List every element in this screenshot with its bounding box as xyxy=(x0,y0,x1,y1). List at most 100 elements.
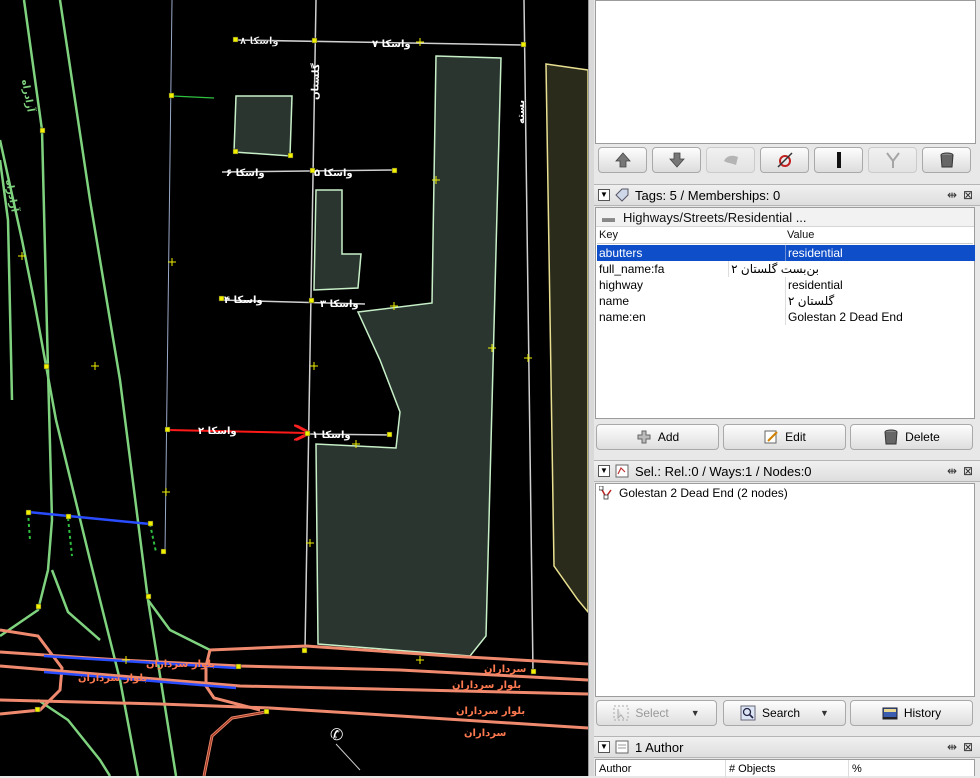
delete-member-icon xyxy=(940,152,953,168)
detach-icon[interactable]: ⇹ xyxy=(946,740,958,754)
tag-value: residential xyxy=(785,277,975,293)
close-icon[interactable]: ⊠ xyxy=(962,740,974,754)
objects-column-header[interactable]: # Objects xyxy=(725,760,775,778)
tag-value: گلستان ۲ xyxy=(785,293,975,309)
selected-way xyxy=(167,430,308,433)
detach-icon[interactable]: ⇹ xyxy=(946,464,958,478)
map-label: ۴ واسکا xyxy=(224,295,263,306)
map-label: بلوار سرداران xyxy=(146,659,215,670)
detach-icon[interactable]: ⇹ xyxy=(946,188,958,202)
select-button[interactable]: Select ▼ xyxy=(596,700,717,726)
map-view[interactable]: ✆ ۸ واسکا ۷ واسکا گلستان بسته ۵ واسکا ۶ … xyxy=(0,0,588,776)
search-label: Search xyxy=(762,706,801,720)
map-label: ۸ واسکا xyxy=(240,36,279,47)
tag-row[interactable]: abutters residential xyxy=(597,245,975,261)
history-icon xyxy=(882,707,898,720)
percent-column-header[interactable]: % xyxy=(848,760,862,778)
tag-value: Golestan 2 Dead End xyxy=(785,309,975,325)
tag-row[interactable]: name گلستان ۲ xyxy=(597,293,975,309)
selection-list[interactable]: Golestan 2 Dead End (2 nodes) xyxy=(595,483,975,697)
building-area xyxy=(313,189,362,291)
member-list[interactable] xyxy=(595,0,976,144)
history-button[interactable]: History xyxy=(850,700,973,726)
tag-key: name xyxy=(599,294,630,308)
side-panel: ▼ Tags: 5 / Memberships: 0 ⇹ ⊠ ▬ Highways… xyxy=(594,0,980,778)
key-column-header[interactable]: Key xyxy=(599,229,618,243)
download-incomplete-icon xyxy=(836,152,841,168)
search-icon xyxy=(740,705,756,721)
tag-value: residential xyxy=(785,245,975,261)
map-label: بلوار سرداران xyxy=(452,680,521,691)
search-button[interactable]: Search ▼ xyxy=(723,700,846,726)
authors-panel-header[interactable]: ▼ 1 Author ⇹ ⊠ xyxy=(594,736,980,758)
map-label: ۱ واسکا xyxy=(312,430,351,441)
add-tag-label: Add xyxy=(657,430,680,444)
select-dropdown-arrow-icon[interactable]: ▼ xyxy=(691,708,700,718)
download-incomplete-button[interactable] xyxy=(814,147,863,173)
selection-item-label: Golestan 2 Dead End (2 nodes) xyxy=(619,486,788,500)
edit-icon xyxy=(764,430,778,444)
tag-row[interactable]: highway residential xyxy=(597,277,975,293)
close-icon[interactable]: ⊠ xyxy=(962,188,974,202)
add-tag-button[interactable]: Add xyxy=(596,424,719,450)
close-icon[interactable]: ⊠ xyxy=(962,464,974,478)
move-up-button[interactable] xyxy=(598,147,647,173)
building-area xyxy=(315,55,502,657)
preset-label: Highways/Streets/Residential ... xyxy=(623,209,807,225)
map-label: سرداران xyxy=(484,664,527,675)
merge-button[interactable] xyxy=(706,147,755,173)
authors-table[interactable]: Author # Objects % xyxy=(595,759,975,778)
tags-panel-title: Tags: 5 / Memberships: 0 xyxy=(635,187,781,203)
tag-key: abutters xyxy=(599,246,643,260)
tag-key: highway xyxy=(599,278,644,292)
tags-table[interactable]: ▬ Highways/Streets/Residential ... Key V… xyxy=(595,207,975,419)
authors-panel-title: 1 Author xyxy=(635,739,684,755)
map-label: ۷ واسکا xyxy=(372,39,411,50)
zoom-to-member-button[interactable] xyxy=(760,147,809,173)
way-icon xyxy=(599,486,612,500)
move-down-icon xyxy=(668,152,685,168)
tag-row[interactable]: name:en Golestan 2 Dead End xyxy=(597,309,975,325)
move-down-button[interactable] xyxy=(652,147,701,173)
tag-key: full_name:fa xyxy=(599,262,665,276)
search-dropdown-arrow-icon[interactable]: ▼ xyxy=(820,708,829,718)
map-label: بسته xyxy=(516,100,527,124)
selection-panel-header[interactable]: ▼ Sel.: Rel.:0 / Ways:1 / Nodes:0 ⇹ ⊠ xyxy=(594,460,980,482)
delete-tag-button[interactable]: Delete xyxy=(850,424,973,450)
building-area xyxy=(545,63,588,614)
zoom-to-member-icon xyxy=(776,152,793,168)
collapse-icon[interactable]: ▼ xyxy=(598,741,610,753)
map-label: ۶ واسکا xyxy=(226,168,265,179)
author-column-header[interactable]: Author xyxy=(599,760,631,778)
tags-panel-header[interactable]: ▼ Tags: 5 / Memberships: 0 ⇹ ⊠ xyxy=(594,184,980,206)
map-label: بلوار سرداران xyxy=(78,673,147,684)
tag-row[interactable]: full_name:fa بن‌بست گلستان ۲ xyxy=(597,261,975,277)
delete-icon xyxy=(884,429,898,445)
tag-key: name:en xyxy=(599,310,646,324)
selection-panel-title: Sel.: Rel.:0 / Ways:1 / Nodes:0 xyxy=(635,463,812,479)
map-label: ۳ واسکا xyxy=(320,299,359,310)
building-area xyxy=(233,95,293,157)
map-label: ۵ واسکا xyxy=(314,168,353,179)
select-icon xyxy=(613,705,629,721)
preset-row[interactable]: ▬ Highways/Streets/Residential ... xyxy=(596,208,974,227)
tag-value: بن‌بست گلستان ۲ xyxy=(728,261,975,277)
tag-icon xyxy=(615,188,629,202)
collapse-icon[interactable]: ▼ xyxy=(598,465,610,477)
collapse-icon[interactable]: ▼ xyxy=(598,189,610,201)
map-label: گلستان xyxy=(308,63,322,100)
merge-icon xyxy=(723,155,738,165)
delete-member-button[interactable] xyxy=(922,147,971,173)
map-label: بلوار سرداران xyxy=(456,706,525,717)
selection-list-icon xyxy=(615,464,629,478)
select-label: Select xyxy=(635,706,669,720)
value-column-header[interactable]: Value xyxy=(787,229,814,243)
map-canvas[interactable]: ✆ ۸ واسکا ۷ واسکا گلستان بسته ۵ واسکا ۶ … xyxy=(0,0,588,776)
edit-tag-button[interactable]: Edit xyxy=(723,424,846,450)
edit-tag-label: Edit xyxy=(785,430,806,444)
move-up-icon xyxy=(614,152,631,168)
list-item[interactable]: Golestan 2 Dead End (2 nodes) xyxy=(599,486,788,500)
split-button[interactable] xyxy=(868,147,917,173)
map-label: ۲ واسکا xyxy=(198,426,237,437)
add-icon xyxy=(637,430,651,444)
